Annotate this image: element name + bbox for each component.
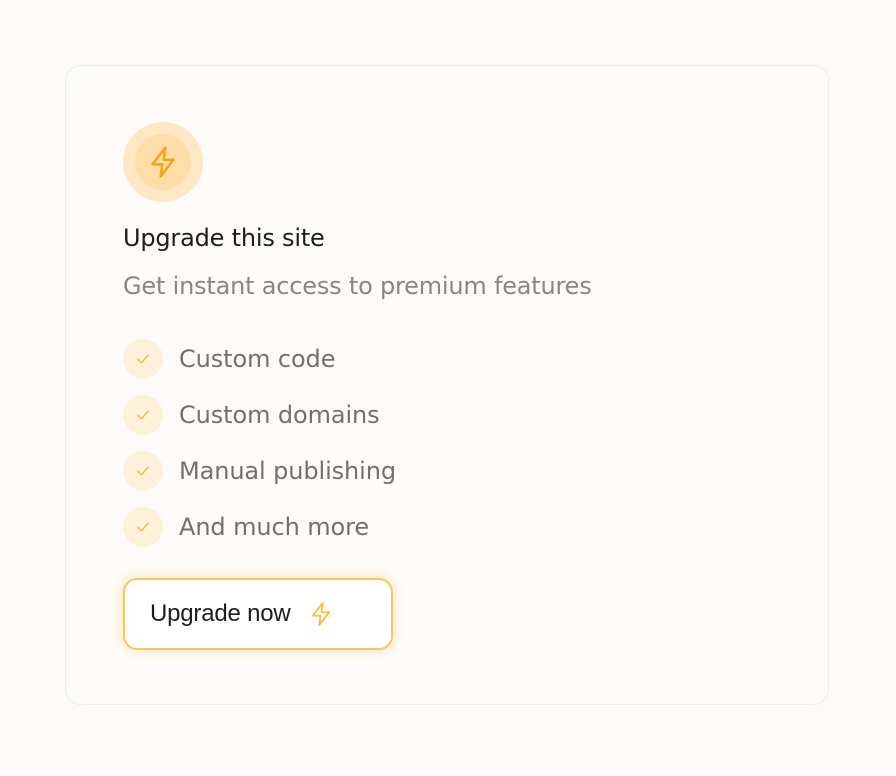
lightning-bolt-icon [151, 146, 175, 178]
feature-item-manual-publishing: Manual publishing [123, 451, 396, 491]
feature-label: Custom code [179, 345, 336, 373]
lightning-bolt-icon [307, 600, 335, 628]
check-icon [123, 507, 163, 547]
feature-label: And much more [179, 513, 369, 541]
upgrade-icon-badge [123, 122, 203, 202]
feature-item-custom-code: Custom code [123, 339, 396, 379]
card-title: Upgrade this site [123, 224, 325, 252]
feature-label: Manual publishing [179, 457, 396, 485]
card-subtitle: Get instant access to premium features [123, 272, 592, 300]
feature-list: Custom code Custom domains Manual publis… [123, 339, 396, 563]
check-icon [123, 339, 163, 379]
upgrade-now-button-label: Upgrade now [150, 600, 291, 627]
upgrade-now-button[interactable]: Upgrade now [123, 578, 393, 650]
feature-item-and-much-more: And much more [123, 507, 396, 547]
upgrade-card: Upgrade this site Get instant access to … [65, 65, 829, 705]
check-icon [123, 395, 163, 435]
feature-item-custom-domains: Custom domains [123, 395, 396, 435]
feature-label: Custom domains [179, 401, 380, 429]
check-icon [123, 451, 163, 491]
